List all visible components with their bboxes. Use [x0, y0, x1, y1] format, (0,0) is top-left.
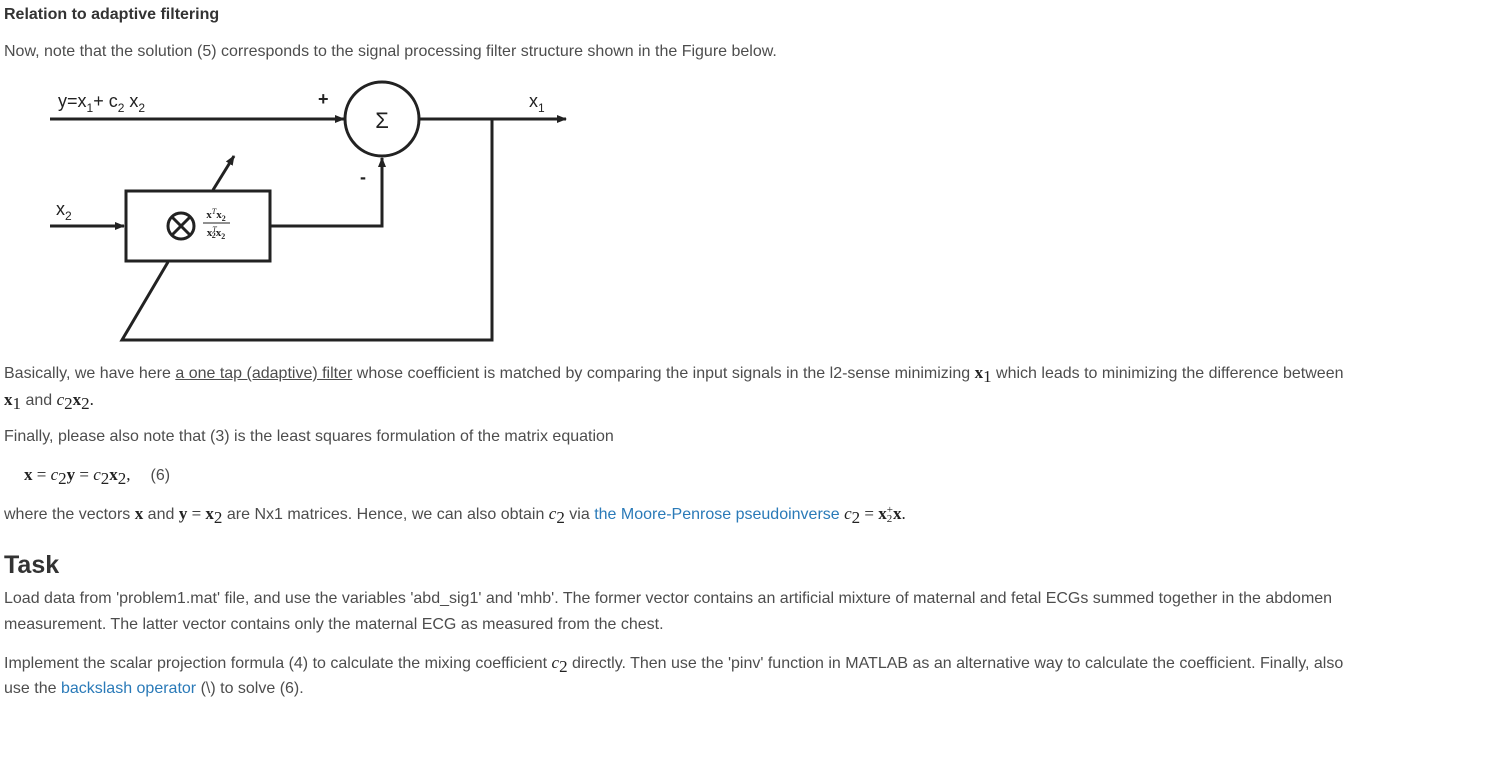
task-heading: Task	[4, 551, 60, 579]
explanation-line-2: x1 and c2x2.	[4, 390, 94, 414]
task-paragraph-2-line-2: use the backslash operator (\) to solve …	[4, 680, 304, 697]
explanation-line-1: Basically, we have here a one tap (adapt…	[4, 363, 1344, 387]
intro-paragraph: Now, note that the solution (5) correspo…	[4, 43, 777, 60]
filter-diagram: Σ xTx2 xT 2x2 y=x1+ c2 x2 x2 x1 + -	[50, 80, 567, 342]
equation-number: (6)	[150, 467, 171, 484]
adaptive-arrow	[211, 155, 236, 191]
backslash-operator-link[interactable]: backslash operator	[61, 680, 196, 697]
output-label: x1	[529, 91, 545, 115]
section-title: Relation to adaptive filtering	[4, 6, 220, 23]
task-paragraph-1-line-2: measurement. The latter vector contains …	[4, 616, 664, 633]
sum-symbol: Σ	[375, 108, 389, 133]
one-tap-filter-link[interactable]: a one tap (adaptive) filter	[175, 365, 352, 382]
plus-sign: +	[318, 89, 329, 109]
filter-box	[124, 189, 272, 263]
minus-sign: -	[360, 167, 366, 187]
moore-penrose-link[interactable]: the Moore-Penrose pseudoinverse	[594, 506, 839, 523]
pseudoinverse-paragraph: where the vectors x and y = x2 are Nx1 m…	[4, 503, 906, 528]
input-x2-label: x2	[56, 199, 72, 223]
input-y-label: y=x1+ c2 x2	[58, 91, 145, 115]
task-paragraph-1-line-1: Load data from 'problem1.mat' file, and …	[4, 590, 1333, 607]
equation-6: x = c2y = c2x2, (6)	[24, 465, 171, 489]
least-squares-paragraph: Finally, please also note that (3) is th…	[4, 428, 614, 445]
